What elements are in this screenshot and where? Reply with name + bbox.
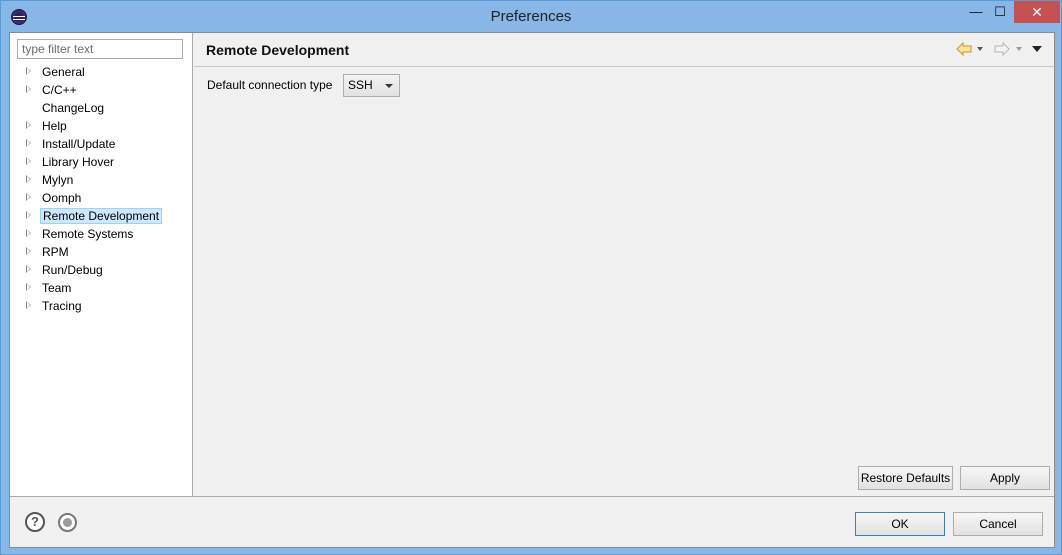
expand-arrow-icon[interactable] bbox=[26, 139, 31, 147]
expand-arrow-icon[interactable] bbox=[26, 265, 31, 273]
preferences-tree-pane: General C/C++ ChangeLog Help Install/Update L… bbox=[10, 33, 193, 496]
expand-arrow-icon[interactable] bbox=[26, 211, 31, 219]
connection-type-label: Default connection type bbox=[207, 78, 333, 92]
expand-arrow-icon[interactable] bbox=[26, 121, 31, 129]
tree-item-label: Tracing bbox=[42, 299, 82, 313]
title-bar[interactable]: Preferences — ☐ ✕ bbox=[1, 1, 1061, 32]
forward-arrow-icon[interactable] bbox=[994, 42, 1010, 56]
tree-item-label: ChangeLog bbox=[42, 101, 105, 115]
restore-defaults-button[interactable]: Restore Defaults bbox=[858, 466, 953, 490]
cancel-button[interactable]: Cancel bbox=[953, 512, 1043, 536]
tree-item-remote-development[interactable]: Remote Development bbox=[10, 207, 192, 225]
expand-arrow-icon[interactable] bbox=[26, 85, 31, 93]
ok-button[interactable]: OK bbox=[855, 512, 945, 536]
tree-item-label: Oomph bbox=[42, 191, 82, 205]
tree-item-label: RPM bbox=[42, 245, 69, 259]
tree-item-label: Remote Systems bbox=[42, 227, 134, 241]
tree-item-label: Team bbox=[42, 281, 72, 295]
tree-item-library-hover[interactable]: Library Hover bbox=[10, 153, 192, 171]
tree-item-rpm[interactable]: RPM bbox=[10, 243, 192, 261]
tree-item-label: Run/Debug bbox=[42, 263, 103, 277]
expand-arrow-icon[interactable] bbox=[26, 157, 31, 165]
tree-item-label: Library Hover bbox=[42, 155, 115, 169]
expand-arrow-icon[interactable] bbox=[26, 175, 31, 183]
expand-arrow-icon[interactable] bbox=[26, 283, 31, 291]
window-title: Preferences bbox=[490, 8, 572, 25]
tree-item-label: General bbox=[42, 65, 85, 79]
tree-item-c-c-[interactable]: C/C++ bbox=[10, 81, 192, 99]
tree-item-install-update[interactable]: Install/Update bbox=[10, 135, 192, 153]
connection-type-select[interactable]: SSH bbox=[343, 74, 400, 97]
page-header: Remote Development bbox=[194, 33, 1054, 67]
page-title: Remote Development bbox=[206, 42, 350, 58]
apply-button[interactable]: Apply bbox=[960, 466, 1050, 490]
dialog-client-area: General C/C++ ChangeLog Help Install/Update L… bbox=[9, 32, 1055, 548]
tree-item-team[interactable]: Team bbox=[10, 279, 192, 297]
forward-history-dropdown-icon[interactable] bbox=[1016, 47, 1022, 51]
expand-arrow-icon[interactable] bbox=[26, 67, 31, 75]
close-button[interactable]: ✕ bbox=[1014, 1, 1060, 23]
tree-item-label: Install/Update bbox=[42, 137, 116, 151]
tree-item-label: C/C++ bbox=[42, 83, 77, 97]
tree-item-mylyn[interactable]: Mylyn bbox=[10, 171, 192, 189]
preferences-window: Preferences — ☐ ✕ General C/C++ ChangeLog H… bbox=[0, 0, 1062, 555]
tree-item-help[interactable]: Help bbox=[10, 117, 192, 135]
back-arrow-icon[interactable] bbox=[956, 42, 972, 56]
tree-item-label: Help bbox=[42, 119, 67, 133]
expand-arrow-icon[interactable] bbox=[26, 301, 31, 309]
record-macro-icon[interactable] bbox=[58, 513, 77, 532]
maximize-button[interactable]: ☐ bbox=[986, 1, 1014, 23]
chevron-down-icon bbox=[385, 84, 393, 88]
tree-item-general[interactable]: General bbox=[10, 63, 192, 81]
filter-input[interactable] bbox=[17, 39, 183, 59]
tree-item-label: Mylyn bbox=[42, 173, 74, 187]
view-menu-icon[interactable] bbox=[1032, 46, 1042, 52]
tree-item-oomph[interactable]: Oomph bbox=[10, 189, 192, 207]
expand-arrow-icon[interactable] bbox=[26, 247, 31, 255]
tree-item-remote-systems[interactable]: Remote Systems bbox=[10, 225, 192, 243]
dialog-button-bar: ? OK Cancel bbox=[10, 496, 1054, 547]
tree-item-tracing[interactable]: Tracing bbox=[10, 297, 192, 315]
expand-arrow-icon[interactable] bbox=[26, 229, 31, 237]
expand-arrow-icon[interactable] bbox=[26, 193, 31, 201]
help-icon[interactable]: ? bbox=[25, 512, 45, 532]
tree-item-label: Remote Development bbox=[40, 208, 163, 224]
tree-item-changelog[interactable]: ChangeLog bbox=[10, 99, 192, 117]
connection-type-value: SSH bbox=[348, 78, 373, 92]
back-history-dropdown-icon[interactable] bbox=[977, 47, 983, 51]
tree-item-run-debug[interactable]: Run/Debug bbox=[10, 261, 192, 279]
preference-page: Remote Development Default connection ty… bbox=[194, 33, 1054, 496]
